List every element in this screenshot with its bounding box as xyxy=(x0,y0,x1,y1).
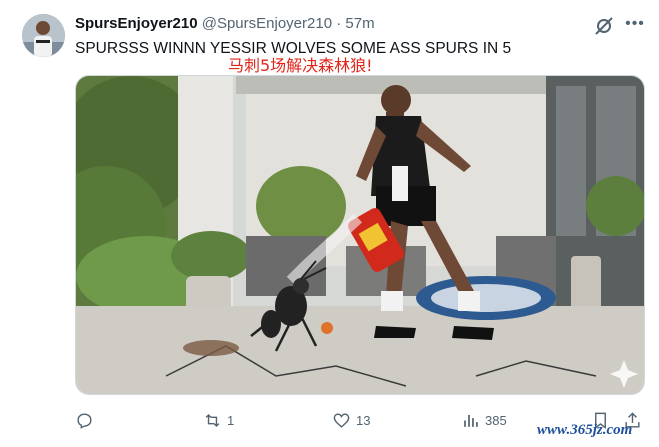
image-caption-overlay: 马刺5场解决森林狼! xyxy=(228,56,373,75)
more-icon[interactable]: ••• xyxy=(624,13,646,35)
post-time[interactable]: 57m xyxy=(345,15,374,32)
repost-button[interactable]: 1 xyxy=(203,405,234,435)
views-icon xyxy=(464,414,478,427)
avatar-image xyxy=(22,14,65,57)
views-button[interactable]: 385 xyxy=(461,405,507,435)
separator-dot: · xyxy=(336,15,342,32)
like-count: 13 xyxy=(356,412,371,428)
repost-count: 1 xyxy=(227,412,235,428)
site-watermark: www.365jz.com xyxy=(537,422,633,438)
repost-icon xyxy=(205,413,220,427)
grok-icon[interactable] xyxy=(593,15,615,37)
like-button[interactable]: 13 xyxy=(332,405,370,435)
post-image[interactable] xyxy=(75,75,645,395)
like-icon xyxy=(333,412,350,428)
post-header: SpursEnjoyer210 @SpursEnjoyer210 · 57m xyxy=(75,15,659,37)
avatar[interactable] xyxy=(22,14,65,57)
reply-icon xyxy=(77,412,92,429)
reply-button[interactable] xyxy=(75,405,99,435)
image-scene xyxy=(76,76,644,394)
user-handle[interactable]: @SpursEnjoyer210 xyxy=(202,15,332,32)
display-name[interactable]: SpursEnjoyer210 xyxy=(75,15,198,32)
views-count: 385 xyxy=(485,412,507,428)
